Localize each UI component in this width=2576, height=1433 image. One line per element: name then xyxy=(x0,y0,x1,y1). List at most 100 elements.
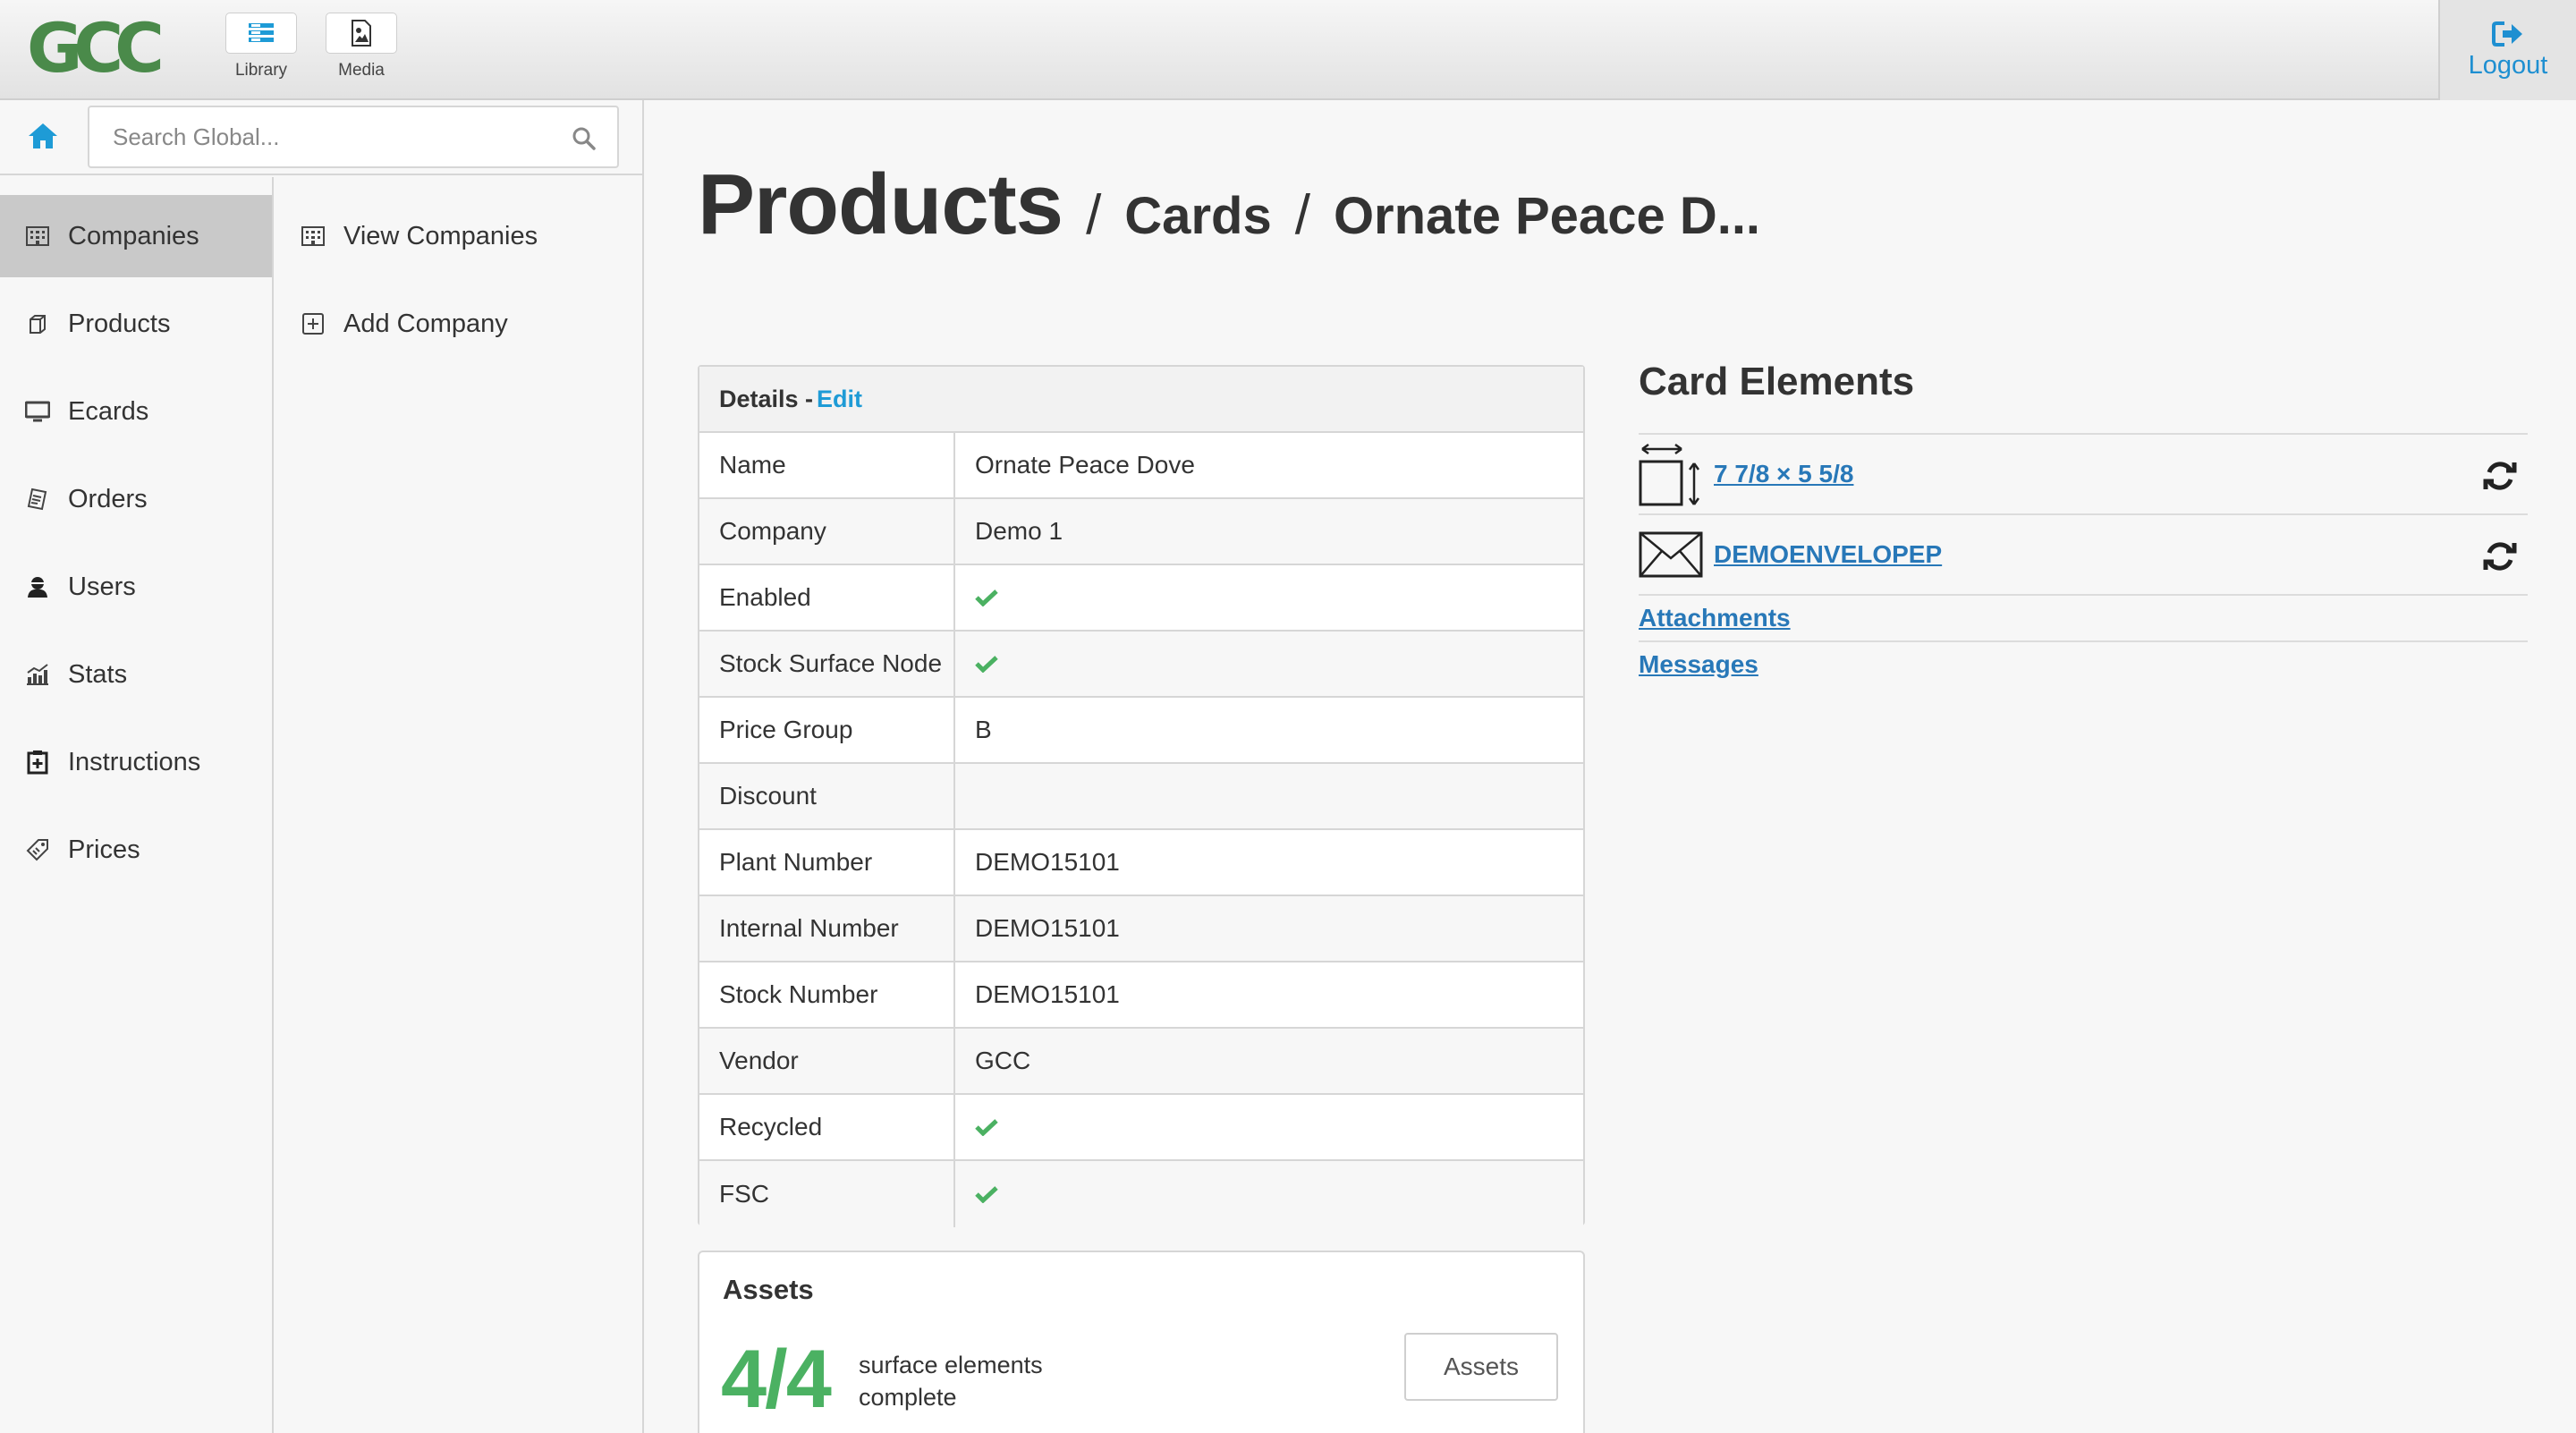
home-button[interactable] xyxy=(27,122,59,152)
table-row: Discount xyxy=(699,764,1583,830)
envelope-link[interactable]: DEMOENVELOPEP xyxy=(1714,540,1942,569)
row-label: FSC xyxy=(699,1161,955,1227)
user-icon xyxy=(28,577,47,598)
library-label: Library xyxy=(234,61,288,80)
breadcrumb: Products / Cards / Ornate Peace D... xyxy=(698,156,1760,254)
logout-button[interactable]: Logout xyxy=(2438,0,2576,100)
row-value xyxy=(955,1095,1583,1159)
logout-label: Logout xyxy=(2468,50,2548,80)
row-value xyxy=(955,565,1583,630)
row-value: GCC xyxy=(975,1047,1031,1074)
table-row: Stock Number DEMO15101 xyxy=(699,962,1583,1029)
details-panel: Details - Edit Name Ornate Peace Dove Com… xyxy=(698,365,1585,1227)
nav-item-instructions[interactable]: Instructions xyxy=(0,721,272,803)
subnav-label: Add Company xyxy=(343,309,508,338)
nav-item-companies[interactable]: Companies xyxy=(0,195,272,277)
breadcrumb-current: Ornate Peace D... xyxy=(1333,187,1761,245)
search-row xyxy=(0,100,642,175)
gcc-logo[interactable]: GCC xyxy=(27,13,179,84)
assets-panel: Assets 4/4 surface elements complete Ass… xyxy=(698,1251,1585,1433)
nav-item-orders[interactable]: Orders xyxy=(0,458,272,540)
global-search xyxy=(88,106,619,168)
row-label: Internal Number xyxy=(699,896,955,961)
check-icon xyxy=(975,1119,998,1136)
search-input[interactable] xyxy=(89,107,617,166)
breadcrumb-cards[interactable]: Cards xyxy=(1124,187,1271,245)
row-label: Name xyxy=(699,433,955,497)
nav-label: Orders xyxy=(68,484,148,513)
details-header: Details - Edit xyxy=(699,367,1583,433)
nav-item-prices[interactable]: Prices xyxy=(0,809,272,891)
assets-button[interactable]: Assets xyxy=(1404,1333,1558,1401)
table-row: Name Ornate Peace Dove xyxy=(699,433,1583,499)
details-title: Details - xyxy=(719,385,814,412)
library-button[interactable] xyxy=(225,13,297,54)
row-value: DEMO15101 xyxy=(975,980,1120,1008)
breadcrumb-products[interactable]: Products xyxy=(698,157,1063,252)
table-row: Internal Number DEMO15101 xyxy=(699,896,1583,962)
check-icon xyxy=(975,656,998,673)
row-label: Discount xyxy=(699,764,955,828)
table-row: Recycled xyxy=(699,1095,1583,1161)
building-icon xyxy=(26,226,49,246)
nav-item-ecards[interactable]: Ecards xyxy=(0,370,272,453)
box-icon xyxy=(30,315,46,334)
check-icon xyxy=(975,1186,998,1203)
assets-title: Assets xyxy=(723,1274,814,1305)
row-value: B xyxy=(975,716,992,743)
row-value: Demo 1 xyxy=(975,517,1063,545)
nav-label: Ecards xyxy=(68,396,149,426)
attachments-link[interactable]: Attachments xyxy=(1639,604,1791,632)
card-size-link[interactable]: 7 7/8 × 5 5/8 xyxy=(1714,460,1853,488)
messages-link[interactable]: Messages xyxy=(1639,650,1758,679)
table-row: Enabled xyxy=(699,565,1583,632)
envelope-row: DEMOENVELOPEP xyxy=(1639,513,2528,594)
table-row: Stock Surface Node xyxy=(699,632,1583,698)
building-icon xyxy=(301,226,325,246)
refresh-icon[interactable] xyxy=(2483,458,2517,494)
row-value: DEMO15101 xyxy=(975,914,1120,942)
nav-item-products[interactable]: Products xyxy=(0,283,272,365)
primary-nav: Companies Products Ecards Orders Users S… xyxy=(0,177,274,1433)
row-label: Plant Number xyxy=(699,830,955,895)
row-value: DEMO15101 xyxy=(975,848,1120,876)
assets-description: surface elements complete xyxy=(859,1349,1073,1413)
media-button[interactable] xyxy=(326,13,397,54)
bar-chart-icon xyxy=(27,664,48,685)
row-value: Ornate Peace Dove xyxy=(975,451,1195,479)
nav-item-stats[interactable]: Stats xyxy=(0,633,272,716)
envelope-icon xyxy=(1639,531,1703,578)
plus-square-icon xyxy=(302,313,324,335)
subnav-item-view-companies[interactable]: View Companies xyxy=(274,195,642,277)
nav-label: Prices xyxy=(68,835,140,864)
subnav-item-add-company[interactable]: Add Company xyxy=(274,283,642,365)
nav-item-users[interactable]: Users xyxy=(0,546,272,628)
nav-label: Users xyxy=(68,572,136,601)
table-row: Company Demo 1 xyxy=(699,499,1583,565)
nav-label: Stats xyxy=(68,659,128,689)
card-elements-title: Card Elements xyxy=(1639,360,1915,403)
sign-out-icon xyxy=(2492,21,2522,47)
card-size-row: 7 7/8 × 5 5/8 xyxy=(1639,433,2528,513)
table-row: Plant Number DEMO15101 xyxy=(699,830,1583,896)
assets-count: 4/4 xyxy=(721,1334,832,1425)
edit-link[interactable]: Edit xyxy=(817,386,862,413)
table-row: Price Group B xyxy=(699,698,1583,764)
refresh-icon[interactable] xyxy=(2483,538,2517,574)
breadcrumb-separator: / xyxy=(1086,184,1102,246)
assets-text-line2: complete xyxy=(859,1384,957,1411)
row-label: Recycled xyxy=(699,1095,955,1159)
card-elements-panel: Card Elements 7 7/8 × 5 5/8 DEMOENVELOPE… xyxy=(1639,360,2528,687)
row-label: Price Group xyxy=(699,698,955,762)
row-label: Vendor xyxy=(699,1029,955,1093)
row-label: Company xyxy=(699,499,955,564)
search-icon[interactable] xyxy=(572,127,596,150)
messages-row: Messages xyxy=(1639,640,2528,687)
price-tag-icon xyxy=(26,839,48,861)
row-label: Stock Surface Node xyxy=(699,632,955,696)
row-value xyxy=(955,1161,1583,1227)
subnav-label: View Companies xyxy=(343,221,538,250)
row-label: Enabled xyxy=(699,565,955,630)
top-bar: GCC Library Media Logout xyxy=(0,0,2576,100)
assets-text-line1: surface elements xyxy=(859,1352,1043,1378)
